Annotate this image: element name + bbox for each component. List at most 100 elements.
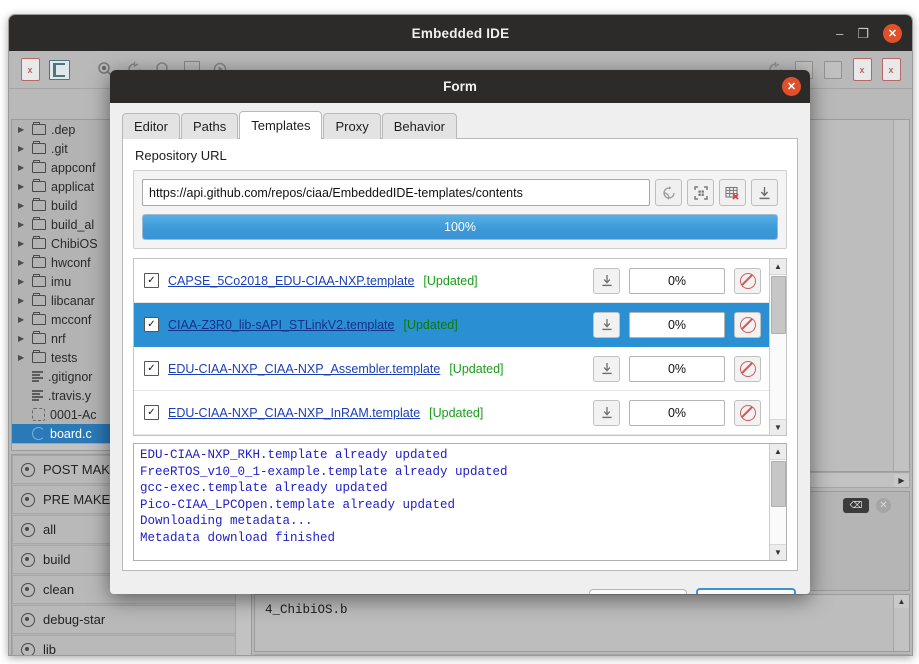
find-close-icon[interactable]: ✕ [876,498,891,513]
make-target-lib[interactable]: lib [12,635,251,655]
refresh-repository-icon[interactable] [655,179,682,206]
template-checkbox[interactable]: ✓ [144,317,159,332]
close-all-files-icon[interactable]: x [878,57,904,83]
clear-table-icon[interactable] [719,179,746,206]
template-cancel-icon[interactable] [734,267,761,294]
tab-paths[interactable]: Paths [180,113,239,139]
bottom-hscrollbar[interactable]: ◀ ▶ [254,654,910,655]
repository-url-input[interactable] [142,179,650,206]
dialog-title: Form [443,79,477,94]
expand-arrow-icon[interactable]: ▶ [18,201,27,210]
tab-behavior[interactable]: Behavior [381,113,458,139]
log-scroll-thumb[interactable] [771,461,786,507]
folder-icon [32,140,46,154]
template-row[interactable]: ✓ EDU-CIAA-NXP_CIAA-NXP_Assembler.templa… [134,347,769,391]
expand-arrow-icon[interactable]: ▶ [18,353,27,362]
templates-scroll-down-icon[interactable]: ▼ [770,419,786,435]
expand-arrow-icon[interactable]: ▶ [18,163,27,172]
make-target-debugstar[interactable]: debug-star [12,605,251,634]
template-cancel-icon[interactable] [734,399,761,426]
editor-scroll-right-icon[interactable]: ▶ [894,473,909,487]
log-scroll-track[interactable] [770,460,786,544]
folder-icon [32,121,46,135]
log-scroll-down-icon[interactable]: ▼ [770,544,786,560]
template-progress-value: 0% [629,267,725,294]
template-name-link[interactable]: CAPSE_5Co2018_EDU-CIAA-NXP.template [168,274,414,288]
template-state-badge: [Updated] [403,317,458,332]
expand-arrow-icon[interactable]: ▶ [18,239,27,248]
log-vscrollbar[interactable]: ▲ ▼ [769,444,786,560]
expand-arrow-icon[interactable]: ▶ [18,144,27,153]
select-all-icon[interactable] [687,179,714,206]
dialog-content: Editor Paths Templates Proxy Behavior Re… [110,103,810,581]
expand-arrow-icon[interactable]: ▶ [18,296,27,305]
template-download-icon[interactable] [593,267,620,294]
templates-vscrollbar[interactable]: ▲ ▼ [769,259,786,435]
template-name-link[interactable]: EDU-CIAA-NXP_CIAA-NXP_InRAM.template [168,406,420,420]
template-name-link[interactable]: CIAA-Z3R0_lib-sAPI_STLinkV2.template [168,318,394,332]
template-checkbox[interactable]: ✓ [144,273,159,288]
folder-icon [32,254,46,268]
template-row[interactable]: ✓ EDU-CIAA-NXP_CIAA-NXP_InRAM.template [… [134,391,769,435]
template-name-link[interactable]: EDU-CIAA-NXP_CIAA-NXP_Assembler.template [168,362,440,376]
expand-arrow-icon[interactable]: ▶ [18,182,27,191]
make-target-label: build [43,552,71,567]
close-file-icon[interactable]: x [849,57,875,83]
dialog-tabbar: Editor Paths Templates Proxy Behavior [122,111,798,139]
repository-progress-label: 100% [444,220,476,234]
template-cancel-icon[interactable] [734,311,761,338]
make-target-label: clean [43,582,75,597]
close-icon[interactable]: ✕ [883,23,902,43]
console-vscrollbar[interactable]: ▲ [893,595,909,651]
folder-icon [32,273,46,287]
tab-label: Paths [192,119,227,134]
save-all-icon[interactable] [820,57,846,83]
templates-scroll-thumb[interactable] [771,276,786,334]
template-cancel-icon[interactable] [734,355,761,382]
expand-arrow-icon[interactable]: ▶ [18,334,27,343]
log-scroll-up-icon[interactable]: ▲ [770,444,786,460]
expand-arrow-icon[interactable]: ▶ [18,315,27,324]
new-file-icon[interactable]: x [17,57,43,83]
expand-arrow-icon[interactable]: ▶ [18,277,27,286]
template-checkbox[interactable]: ✓ [144,405,159,420]
editor-vscrollbar[interactable] [893,120,909,471]
template-row[interactable]: ✓ CIAA-Z3R0_lib-sAPI_STLinkV2.template [… [134,303,769,347]
minimize-icon[interactable]: – [836,27,843,40]
dialog-titlebar: Form ✕ [110,70,810,103]
tab-proxy[interactable]: Proxy [323,113,381,139]
make-target-label: POST MAK [43,462,110,477]
tab-label: Behavior [393,119,446,134]
template-row[interactable]: ✓ CAPSE_5Co2018_EDU-CIAA-NXP.template [U… [134,259,769,303]
cancel-button[interactable]: ✖ Cancel [589,588,687,594]
dialog-buttons: ✖ Cancel ✓ OK [110,581,810,594]
repository-url-label: Repository URL [135,148,227,163]
find-clear-icon[interactable]: ⌫ [843,498,869,513]
templates-scroll-track[interactable] [770,275,786,419]
expand-arrow-icon[interactable]: ▶ [18,125,27,134]
tab-label: Templates [251,118,311,133]
template-download-icon[interactable] [593,311,620,338]
template-checkbox[interactable]: ✓ [144,361,159,376]
run-target-icon [21,642,35,655]
expand-arrow-icon[interactable]: ▶ [18,258,27,267]
template-download-icon[interactable] [593,399,620,426]
maximize-icon[interactable]: ❐ [857,27,869,40]
settings-dialog: Form ✕ Editor Paths Templates Proxy Beha… [110,70,810,594]
download-all-icon[interactable] [751,179,778,206]
tab-editor[interactable]: Editor [122,113,180,139]
templates-scroll-up-icon[interactable]: ▲ [770,259,786,275]
expand-arrow-icon[interactable]: ▶ [18,220,27,229]
open-project-icon[interactable] [46,57,72,83]
tab-templates[interactable]: Templates [239,111,323,139]
text-file-icon [32,390,43,401]
template-progress-value: 0% [629,355,725,382]
log-text: EDU-CIAA-NXP_RKH.template already update… [140,448,508,545]
run-target-icon [21,612,35,627]
console-scroll-up-icon[interactable]: ▲ [894,595,909,608]
ok-button[interactable]: ✓ OK [696,587,796,594]
dialog-close-icon[interactable]: ✕ [782,77,801,96]
template-download-icon[interactable] [593,355,620,382]
file-tree-item-label: libcanar [51,293,95,308]
file-tree-item-label: board.c [50,426,92,441]
